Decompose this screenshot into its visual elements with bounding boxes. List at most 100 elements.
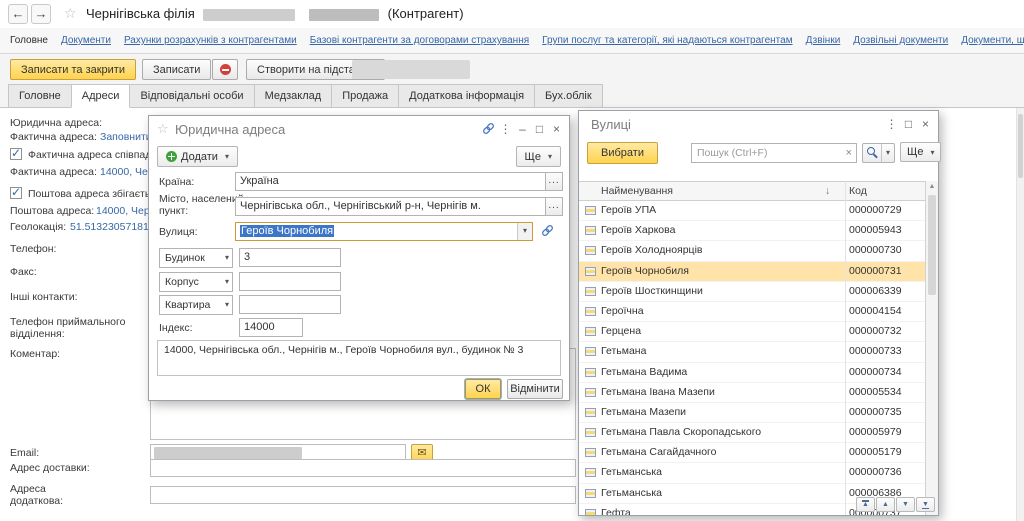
form-tab[interactable]: Адреси xyxy=(71,84,131,108)
close-icon[interactable]: × xyxy=(548,120,565,138)
go-next-button[interactable]: ▼ xyxy=(896,497,915,512)
form-tab[interactable]: Головне xyxy=(8,84,72,107)
nav-item[interactable]: Базові контрагенти за договорами страхув… xyxy=(310,35,529,46)
index-input[interactable]: 14000 xyxy=(239,318,303,337)
postal-address-label: Поштова адреса: xyxy=(10,205,94,217)
clear-search-icon[interactable]: × xyxy=(846,146,852,160)
back-button[interactable]: ← xyxy=(8,4,28,24)
street-row[interactable]: Гетьмана Вадима 000000734 xyxy=(579,363,925,383)
search-button[interactable]: ▾ xyxy=(862,143,895,163)
building-type-combo[interactable]: Будинок xyxy=(159,248,233,268)
redacted-block xyxy=(203,9,295,21)
more-label: Ще xyxy=(907,146,923,158)
form-tab[interactable]: Додаткова інформація xyxy=(398,84,535,107)
city-picker-button[interactable]: ... xyxy=(546,197,563,216)
country-input[interactable]: Україна xyxy=(235,172,546,191)
street-label: Вулиця: xyxy=(159,226,198,238)
more-button[interactable]: Ще ▾ xyxy=(516,146,561,167)
main-scrollbar-thumb[interactable] xyxy=(1018,114,1023,178)
column-code[interactable]: Код xyxy=(849,185,867,197)
street-open-icon[interactable] xyxy=(539,222,556,240)
legal-address-label: Юридична адреса: xyxy=(10,117,102,129)
full-address-textarea[interactable]: 14000, Чернігівська обл., Чернігів м., Г… xyxy=(157,340,561,376)
street-row[interactable]: Гетьмана Павла Скоропадського 000005979 xyxy=(579,423,925,443)
maximize-icon[interactable]: □ xyxy=(900,115,917,133)
street-item-icon xyxy=(585,246,596,255)
street-row[interactable]: Героїчна 000004154 xyxy=(579,302,925,322)
apartment-input[interactable] xyxy=(239,295,341,314)
maximize-icon[interactable]: □ xyxy=(531,120,548,138)
street-row[interactable]: Героїв Харкова 000005943 xyxy=(579,221,925,241)
go-previous-button[interactable]: ▲ xyxy=(876,497,895,512)
form-tab[interactable]: Продажа xyxy=(331,84,399,107)
kebab-menu-icon[interactable]: ⋮ xyxy=(497,120,514,138)
city-input[interactable]: Чернігівська обл., Чернігівський р-н, Че… xyxy=(235,197,546,216)
street-row[interactable]: Героїв УПА 000000729 xyxy=(579,201,925,221)
street-item-icon xyxy=(585,347,596,356)
nav-item[interactable]: Документи, що посвідчують особу xyxy=(961,35,1024,46)
fill-link[interactable]: Заповнити xyxy=(100,131,152,143)
street-input[interactable]: Героїв Чорнобиля ▾ xyxy=(235,222,533,241)
nav-item[interactable]: Рахунки розрахунків з контрагентами xyxy=(124,35,297,46)
page-title-text: Чернігівська філія xyxy=(86,6,195,21)
add-button[interactable]: Додати ▾ xyxy=(157,146,238,167)
sort-descending-icon[interactable]: ↓ xyxy=(825,185,830,197)
extra-address-input[interactable] xyxy=(150,486,576,504)
postal-address-value[interactable]: 14000, Черн xyxy=(96,205,156,217)
close-icon[interactable]: × xyxy=(917,115,934,133)
select-button[interactable]: Вибрати xyxy=(587,142,658,164)
form-tab[interactable]: Відповідальні особи xyxy=(129,84,254,107)
street-row[interactable]: Гетьмана Мазепи 000000735 xyxy=(579,403,925,423)
street-row[interactable]: Герцена 000000732 xyxy=(579,322,925,342)
street-row[interactable]: Героїв Холодноярців 000000730 xyxy=(579,241,925,261)
street-code: 000000729 xyxy=(849,204,902,216)
nav-item[interactable]: Дзвінки xyxy=(806,35,841,46)
get-link-icon[interactable] xyxy=(480,120,497,138)
nav-item[interactable]: Документи xyxy=(61,35,111,46)
column-name[interactable]: Найменування xyxy=(601,185,673,197)
main-scrollbar[interactable] xyxy=(1016,108,1024,521)
block-input[interactable] xyxy=(239,272,341,291)
apartment-type-combo[interactable]: Квартира xyxy=(159,295,233,315)
building-input[interactable]: 3 xyxy=(239,248,341,267)
street-row[interactable]: Гетьмана Івана Мазепи 000005534 xyxy=(579,383,925,403)
street-row[interactable]: Героїв Чорнобиля 000000731 xyxy=(579,262,925,282)
geolocation-label: Геолокація: xyxy=(10,221,66,233)
form-tab[interactable]: Бух.облік xyxy=(534,84,603,107)
form-tab[interactable]: Медзаклад xyxy=(254,84,333,107)
country-picker-button[interactable]: ... xyxy=(546,172,563,191)
search-input[interactable]: Пошук (Ctrl+F) × xyxy=(691,143,857,163)
go-first-button[interactable]: ▲ xyxy=(856,497,875,512)
delivery-address-input[interactable] xyxy=(150,459,576,477)
save-button[interactable]: Записати xyxy=(142,59,211,80)
minimize-icon[interactable]: – xyxy=(514,120,531,138)
streets-scrollbar-thumb[interactable] xyxy=(928,195,936,295)
street-code: 000000736 xyxy=(849,466,902,478)
street-row[interactable]: Героїв Шосткинщини 000006339 xyxy=(579,282,925,302)
go-last-button[interactable]: ▼ xyxy=(916,497,935,512)
save-and-close-button[interactable]: Записати та закрити xyxy=(10,59,136,80)
more-button[interactable]: Ще ▾ xyxy=(900,142,941,162)
street-item-icon xyxy=(585,509,596,515)
discussion-button[interactable] xyxy=(212,59,238,80)
kebab-menu-icon[interactable]: ⋮ xyxy=(883,115,900,133)
nav-item[interactable]: Головне xyxy=(10,35,48,46)
scroll-up-icon[interactable]: ▲ xyxy=(926,183,938,190)
street-row[interactable]: Гетьманська 000000736 xyxy=(579,463,925,483)
street-row[interactable]: Гетьмана 000000733 xyxy=(579,342,925,362)
street-row[interactable]: Гетьмана Сагайдачного 000005179 xyxy=(579,443,925,463)
forward-button[interactable]: → xyxy=(31,4,51,24)
cancel-button[interactable]: Відмінити xyxy=(507,379,563,399)
favorite-star-icon[interactable]: ☆ xyxy=(157,121,169,137)
streets-scrollbar[interactable]: ▲ xyxy=(925,181,938,515)
nav-item[interactable]: Групи послуг та категорії, які надаються… xyxy=(542,35,792,46)
select-label: Вибрати xyxy=(601,147,644,159)
street-dropdown-icon[interactable]: ▾ xyxy=(517,223,532,240)
postal-matches-checkbox[interactable] xyxy=(10,187,22,199)
actual-matches-checkbox[interactable] xyxy=(10,148,22,160)
street-code: 000004154 xyxy=(849,305,902,317)
ok-button[interactable]: ОК xyxy=(465,379,501,399)
nav-item[interactable]: Дозвільні документи xyxy=(853,35,948,46)
favorite-star-icon[interactable]: ☆ xyxy=(64,5,77,22)
block-type-combo[interactable]: Корпус xyxy=(159,272,233,292)
